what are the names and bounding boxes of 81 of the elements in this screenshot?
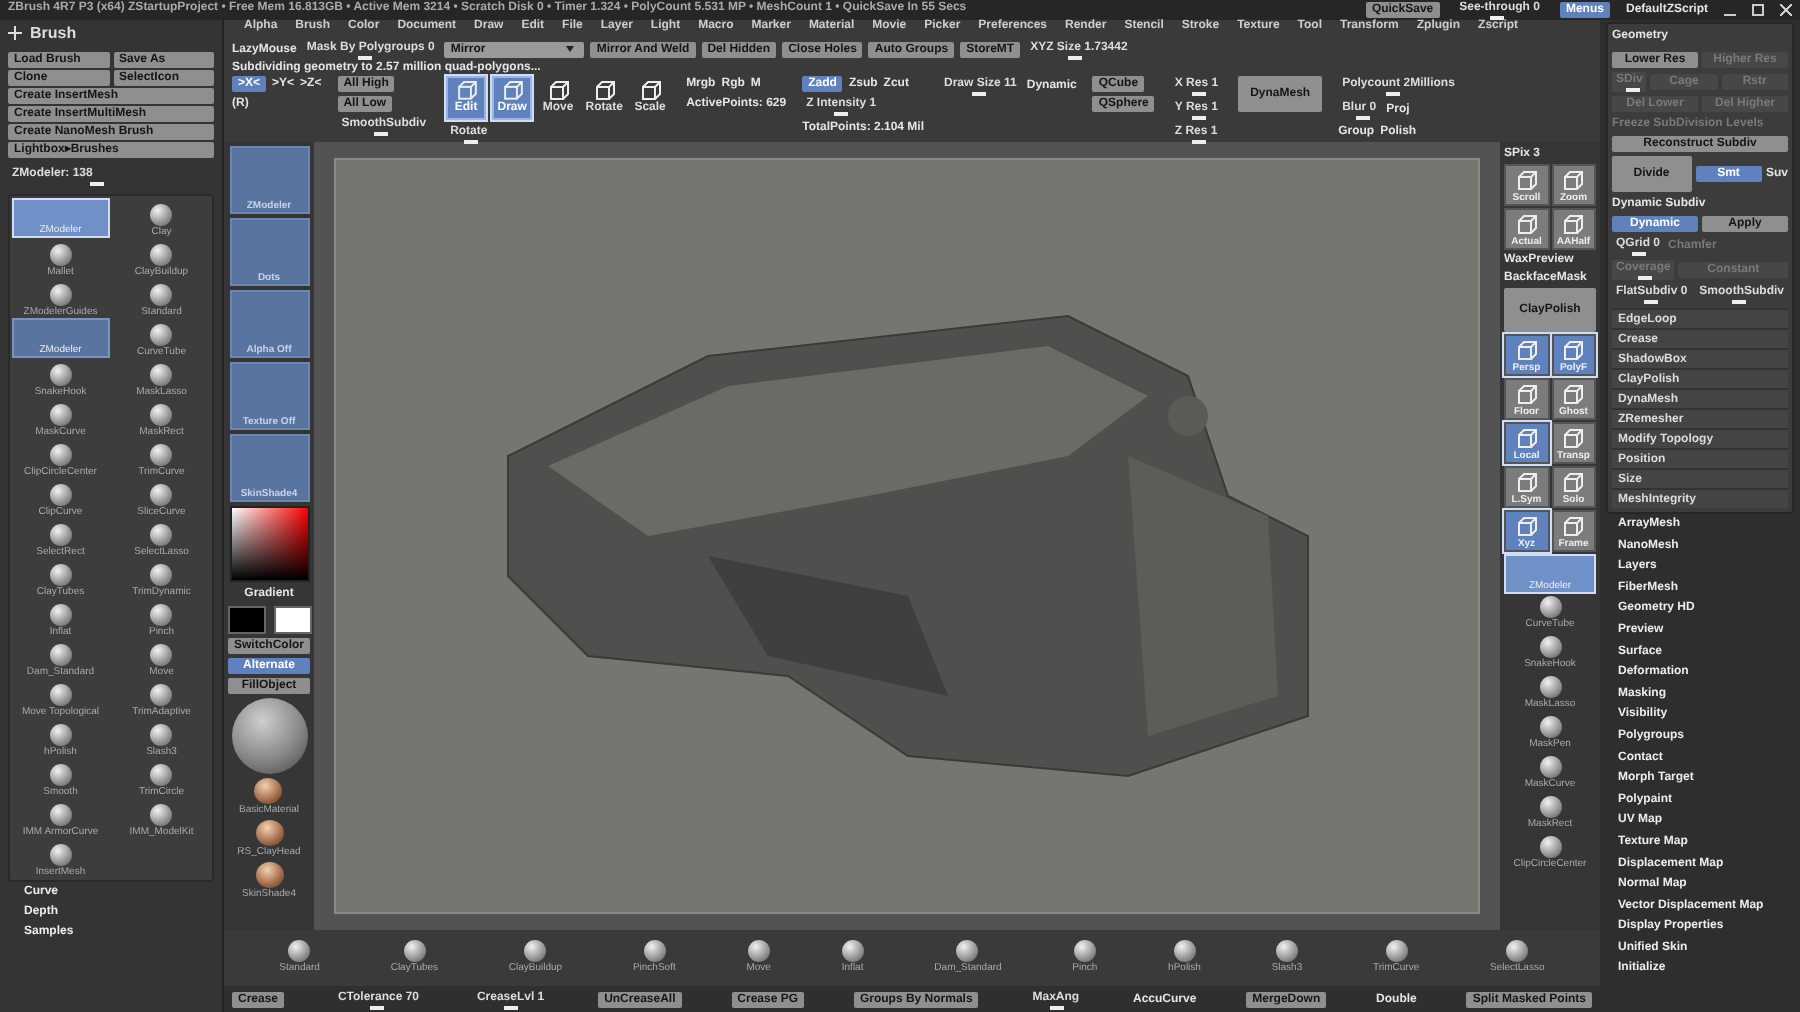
sphere-icon (150, 203, 173, 226)
sphere-icon (1073, 939, 1096, 961)
sphere-icon (1539, 716, 1561, 738)
color-picker[interactable] (229, 506, 309, 582)
sphere-icon (150, 563, 173, 586)
sphere-icon (254, 778, 283, 804)
sphere-icon (255, 820, 283, 846)
sphere-icon (255, 862, 283, 888)
cube-icon (1515, 170, 1538, 192)
sphere-icon (1275, 939, 1298, 961)
sphere-icon (49, 443, 72, 466)
cube-icon (455, 80, 478, 102)
secondary-swatch[interactable] (273, 606, 311, 634)
cube-icon (1515, 428, 1538, 450)
cube-icon (1562, 214, 1585, 236)
move-icon[interactable] (8, 26, 22, 41)
sphere-icon (747, 939, 770, 961)
sphere-icon (150, 323, 173, 346)
sphere-icon (49, 843, 72, 866)
sphere-icon (841, 939, 864, 961)
sphere-icon (524, 939, 547, 961)
cube-icon (593, 79, 616, 102)
sphere-icon (150, 363, 173, 386)
material-sphere[interactable] (231, 698, 307, 774)
cube-icon (1515, 516, 1538, 538)
cube-icon (1562, 472, 1585, 494)
sphere-icon (1539, 756, 1561, 778)
sphere-icon (49, 683, 72, 706)
sphere-icon (1539, 836, 1561, 858)
sphere-icon (49, 603, 72, 626)
caret-icon (565, 45, 574, 52)
sphere-icon (150, 443, 173, 466)
sphere-icon (49, 523, 72, 546)
cube-icon (1515, 340, 1538, 362)
sphere-icon (49, 483, 72, 506)
sphere-icon (1506, 939, 1529, 961)
sphere-icon (1385, 939, 1408, 961)
cube-icon (639, 79, 662, 102)
restore-icon[interactable] (1752, 4, 1764, 16)
cube-icon (1562, 384, 1585, 406)
sphere-icon (150, 643, 173, 666)
sphere-icon (1173, 939, 1196, 961)
sphere-icon (150, 803, 173, 826)
sphere-icon (643, 939, 666, 961)
tray-title: Brush (30, 24, 77, 44)
cube-icon (1515, 384, 1538, 406)
sphere-icon (288, 939, 311, 961)
sphere-icon (1539, 596, 1561, 618)
sphere-icon (150, 683, 173, 706)
sphere-icon (49, 723, 72, 746)
cube-icon (1562, 516, 1585, 538)
sphere-icon (956, 939, 979, 961)
sphere-icon (403, 939, 426, 961)
cube-icon (1515, 472, 1538, 494)
sphere-icon (150, 523, 173, 546)
sphere-icon (150, 483, 173, 506)
cube-icon (501, 80, 524, 102)
sphere-icon (150, 603, 173, 626)
cube-icon (1562, 170, 1585, 192)
cube-icon (547, 79, 570, 102)
sphere-icon (150, 403, 173, 426)
sphere-icon (49, 403, 72, 426)
sphere-icon (49, 643, 72, 666)
sphere-icon (1539, 636, 1561, 658)
sphere-icon (49, 803, 72, 826)
cube-icon (1562, 340, 1585, 362)
cube-icon (1515, 214, 1538, 236)
sphere-icon (150, 283, 173, 306)
sphere-icon (1539, 676, 1561, 698)
sphere-icon (150, 763, 173, 786)
sphere-icon (49, 283, 72, 306)
close-icon[interactable] (1780, 4, 1792, 16)
primary-swatch[interactable] (227, 606, 265, 634)
sphere-icon (1539, 796, 1561, 818)
sphere-icon (49, 563, 72, 586)
sphere-icon (49, 243, 72, 266)
sphere-icon (150, 243, 173, 266)
sphere-icon (49, 763, 72, 786)
cube-icon (1562, 428, 1585, 450)
sphere-icon (49, 363, 72, 386)
sphere-icon (150, 723, 173, 746)
